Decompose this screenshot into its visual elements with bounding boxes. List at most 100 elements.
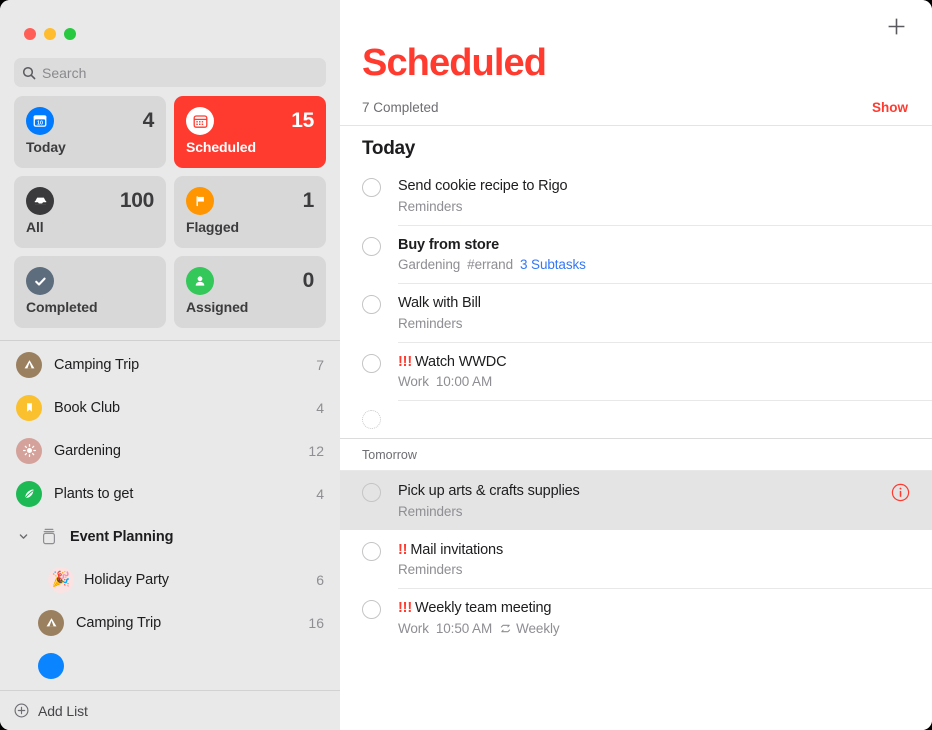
- new-task-title[interactable]: [398, 409, 910, 429]
- page-title: Scheduled: [362, 42, 547, 84]
- smart-list-count: 1: [302, 189, 315, 212]
- task-meta: Work 10:00 AM: [398, 374, 910, 389]
- minimize-button[interactable]: [44, 28, 56, 40]
- blue-circle-icon: [38, 652, 64, 679]
- completed-count-label: 7 Completed: [362, 100, 439, 115]
- task-row[interactable]: !!! Weekly team meeting Work 10:50 AM Wee…: [340, 588, 932, 647]
- leaf-icon: [16, 480, 42, 507]
- sidebar-item-count: 6: [316, 571, 324, 588]
- task-checkbox[interactable]: [362, 483, 381, 503]
- search-field[interactable]: [14, 58, 326, 87]
- add-reminder-button[interactable]: [882, 12, 910, 40]
- calendar-icon: [186, 107, 214, 135]
- reminders-window: 10 4 Today: [0, 0, 932, 730]
- new-task-row[interactable]: [340, 400, 932, 438]
- chevron-down-icon[interactable]: [16, 530, 30, 544]
- task-meta: Gardening #errand 3 Subtasks: [398, 257, 910, 272]
- task-checkbox[interactable]: [362, 600, 381, 620]
- task-title-text: Mail invitations: [410, 541, 504, 558]
- task-list-name: Work: [398, 620, 429, 636]
- add-list-label: Add List: [38, 702, 88, 719]
- smart-list-label: Completed: [26, 299, 98, 315]
- repeat-icon: [499, 622, 512, 635]
- task-priority: !!!: [398, 353, 413, 370]
- sidebar-item-count: 7: [316, 356, 324, 373]
- smart-list-scheduled[interactable]: 15 Scheduled: [174, 96, 326, 168]
- task-title-text: Watch WWDC: [415, 353, 507, 370]
- task-repeat-label: Weekly: [516, 620, 560, 636]
- sidebar-item-count: 12: [308, 442, 324, 459]
- sidebar-item-holiday-party[interactable]: 🎉 Holiday Party 6: [0, 558, 340, 601]
- svg-text:10: 10: [37, 120, 43, 126]
- task-row[interactable]: !! Mail invitations Reminders: [340, 530, 932, 589]
- sidebar-item-camping-trip-2[interactable]: Camping Trip 16: [0, 601, 340, 644]
- smart-list-count: 4: [142, 109, 155, 132]
- task-row[interactable]: Walk with Bill Reminders: [340, 283, 932, 342]
- task-title: !!! Watch WWDC: [398, 353, 910, 373]
- calendar-day-icon: 10: [26, 107, 54, 135]
- smart-list-label: Flagged: [186, 219, 239, 235]
- smart-list-today[interactable]: 10 4 Today: [14, 96, 166, 168]
- new-task-checkbox[interactable]: [362, 410, 381, 430]
- task-list-name: Reminders: [398, 198, 463, 214]
- search-container: [14, 58, 326, 87]
- task-checkbox[interactable]: [362, 353, 381, 373]
- smart-list-assigned[interactable]: 0 Assigned: [174, 256, 326, 328]
- task-row[interactable]: Pick up arts & crafts supplies Reminders: [340, 471, 932, 530]
- close-button[interactable]: [24, 28, 36, 40]
- sidebar-item-label: Gardening: [54, 442, 121, 459]
- sidebar-item-plants-to-get[interactable]: Plants to get 4: [0, 472, 340, 515]
- info-icon[interactable]: [891, 483, 910, 502]
- smart-list-count: 0: [302, 269, 315, 292]
- task-title: Walk with Bill: [398, 295, 481, 312]
- task-checkbox[interactable]: [362, 295, 381, 315]
- smart-list-completed[interactable]: Completed: [14, 256, 166, 328]
- task-tag[interactable]: #errand: [467, 257, 513, 272]
- tent-icon: [16, 351, 42, 378]
- task-list-name: Reminders: [398, 315, 463, 331]
- smart-list-label: Today: [26, 139, 66, 155]
- task-time: 10:50 AM: [435, 620, 493, 636]
- task-title: Send cookie recipe to Rigo: [398, 178, 568, 194]
- smart-list-label: Assigned: [186, 299, 249, 315]
- task-row[interactable]: Buy from store Gardening #errand 3 Subta…: [340, 224, 932, 284]
- search-icon: [22, 66, 36, 80]
- smart-list-all[interactable]: 100 All: [14, 176, 166, 248]
- bookmark-icon: [16, 394, 42, 421]
- show-completed-link[interactable]: Show: [872, 100, 908, 115]
- task-checkbox[interactable]: [362, 236, 381, 256]
- smart-list-label: All: [26, 219, 44, 235]
- task-title: Pick up arts & crafts supplies: [398, 483, 580, 500]
- sidebar-group-event-planning[interactable]: Event Planning: [0, 515, 340, 558]
- sidebar: 10 4 Today: [0, 0, 340, 730]
- sidebar-item-gardening[interactable]: Gardening 12: [0, 429, 340, 472]
- sidebar-group-label: Event Planning: [70, 528, 174, 545]
- task-title-text: Weekly team meeting: [415, 600, 552, 617]
- smart-list-count: 100: [119, 189, 154, 212]
- sidebar-item-count: 16: [308, 614, 324, 631]
- party-popper-emoji-icon: 🎉: [48, 566, 74, 593]
- inbox-tray-icon: [26, 187, 54, 215]
- main-content: Scheduled 7 Completed Show Today Send co…: [340, 0, 932, 730]
- task-row[interactable]: !!! Watch WWDC Work 10:00 AM: [340, 341, 932, 401]
- smart-list-flagged[interactable]: 1 Flagged: [174, 176, 326, 248]
- add-list-button[interactable]: Add List: [0, 690, 340, 730]
- task-subtasks-link[interactable]: 3 Subtasks: [520, 257, 586, 272]
- sidebar-item-book-club[interactable]: Book Club 4: [0, 386, 340, 429]
- sidebar-item-label: Plants to get: [54, 485, 134, 502]
- task-checkbox[interactable]: [362, 541, 381, 561]
- search-input[interactable]: [42, 64, 318, 81]
- sidebar-item-camping-trip[interactable]: Camping Trip 7: [0, 343, 340, 386]
- task-row[interactable]: Send cookie recipe to Rigo Reminders: [340, 166, 932, 225]
- task-meta: Reminders: [398, 199, 910, 214]
- task-title: !! Mail invitations: [398, 541, 910, 561]
- flag-icon: [186, 187, 214, 215]
- task-checkbox[interactable]: [362, 178, 381, 197]
- checkmark-icon: [26, 267, 54, 295]
- zoom-button[interactable]: [64, 28, 76, 40]
- task-meta: Work 10:50 AM Weekly: [398, 621, 910, 636]
- sidebar-item-count: 4: [316, 485, 324, 502]
- smart-list-count: 15: [291, 109, 314, 132]
- plus-circle-icon: [14, 703, 29, 718]
- sidebar-item-partial[interactable]: [0, 644, 340, 687]
